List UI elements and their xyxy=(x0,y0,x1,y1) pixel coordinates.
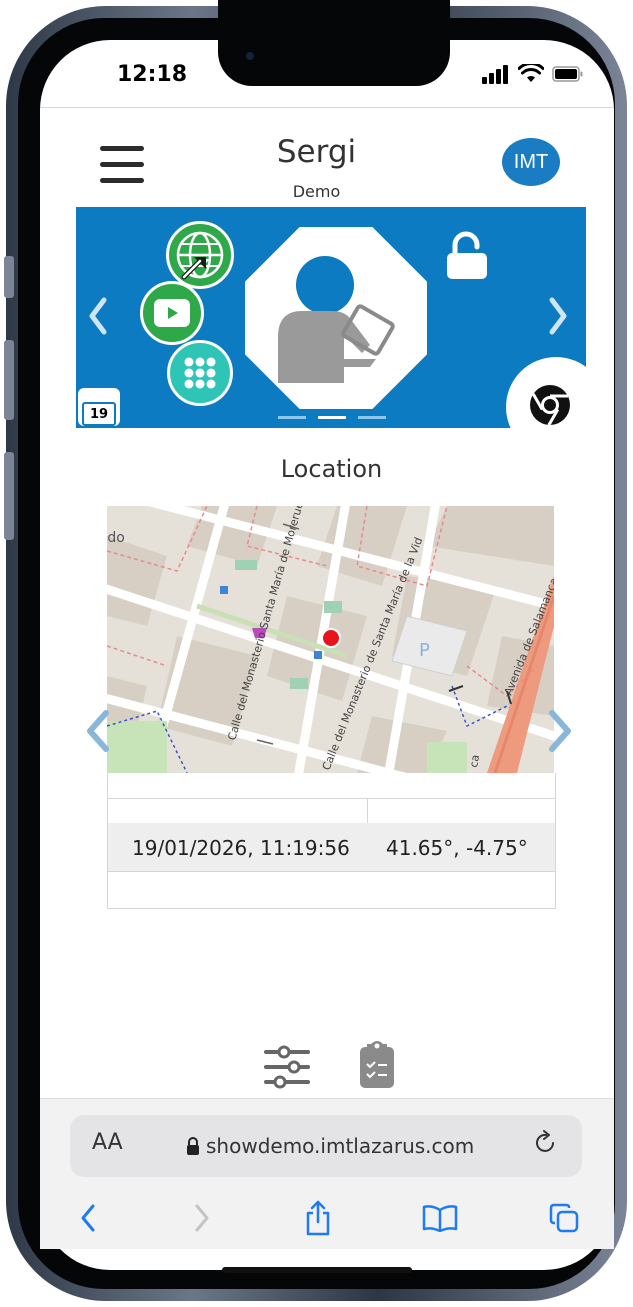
notch xyxy=(218,0,450,86)
back-button[interactable] xyxy=(70,1200,106,1236)
section-title: Location xyxy=(280,455,383,483)
parking-label: P xyxy=(419,640,430,661)
status-time: 12:18 xyxy=(117,62,188,87)
battery-icon xyxy=(552,66,583,82)
timestamp-cell: 19/01/2026, 11:19:56 xyxy=(132,836,350,860)
user-tablet-icon xyxy=(278,256,395,383)
book-icon xyxy=(422,1205,458,1232)
grid-app-icon[interactable] xyxy=(167,340,233,406)
forward-button[interactable] xyxy=(184,1200,220,1236)
volume-up-button xyxy=(4,340,14,420)
carousel-dot-active[interactable] xyxy=(318,416,346,419)
chevron-left-icon xyxy=(81,1204,95,1232)
map-place-label: rado xyxy=(107,530,125,546)
lock-icon xyxy=(187,1137,199,1155)
coordinates-cell: 41.65°, -4.75° xyxy=(386,836,528,860)
chevron-right-icon xyxy=(195,1204,209,1232)
status-icons xyxy=(482,62,584,86)
settings-sliders-icon[interactable] xyxy=(262,1044,312,1090)
url-display[interactable]: showdemo.imtlazarus.com xyxy=(186,1134,474,1158)
front-camera xyxy=(246,52,254,60)
carousel-dot[interactable] xyxy=(358,416,386,419)
calendar-badge[interactable]: 19 xyxy=(78,388,120,426)
carousel-indicator xyxy=(278,416,386,419)
table-header-row xyxy=(108,798,555,824)
banner-prev-button[interactable] xyxy=(88,296,108,343)
globe-app-icon[interactable] xyxy=(166,221,234,289)
map-next-button[interactable] xyxy=(548,709,572,764)
wifi-icon xyxy=(518,64,544,82)
video-app-icon[interactable] xyxy=(140,281,204,345)
reload-icon xyxy=(536,1130,554,1152)
chrome-icon xyxy=(530,385,570,426)
share-button[interactable] xyxy=(300,1200,336,1236)
map-tiles: P rado Calle del Monasterio Santa María … xyxy=(107,506,554,773)
home-indicator[interactable] xyxy=(222,1267,412,1273)
location-map[interactable]: P rado Calle del Monasterio Santa María … xyxy=(107,506,554,773)
bookmarks-button[interactable] xyxy=(422,1200,458,1236)
calendar-date: 19 xyxy=(82,402,116,426)
tabs-button[interactable] xyxy=(546,1200,582,1236)
location-table: 19/01/2026, 11:19:56 41.65°, -4.75° xyxy=(107,773,556,909)
map-prev-button[interactable] xyxy=(86,709,110,764)
url-text: showdemo.imtlazarus.com xyxy=(206,1134,475,1158)
banner-next-button[interactable] xyxy=(548,296,568,343)
carousel-dot[interactable] xyxy=(278,416,306,419)
unlock-icon[interactable] xyxy=(444,231,490,281)
tabs-icon xyxy=(549,1203,579,1233)
cellular-signal-icon xyxy=(482,65,508,84)
share-icon xyxy=(306,1200,330,1236)
silent-switch xyxy=(4,256,14,298)
chrome-corner[interactable] xyxy=(506,357,606,457)
table-row[interactable]: 19/01/2026, 11:19:56 41.65°, -4.75° xyxy=(108,823,555,872)
map-avenue-fragment-label: ca xyxy=(467,754,482,769)
status-divider xyxy=(40,107,614,108)
text-size-label: AA xyxy=(92,1130,123,1155)
avatar[interactable]: IMT xyxy=(502,138,560,186)
reload-button[interactable] xyxy=(534,1130,558,1162)
location-marker[interactable] xyxy=(321,628,341,648)
text-size-button[interactable]: AA xyxy=(92,1130,123,1155)
clipboard-checklist-icon[interactable] xyxy=(357,1040,397,1090)
